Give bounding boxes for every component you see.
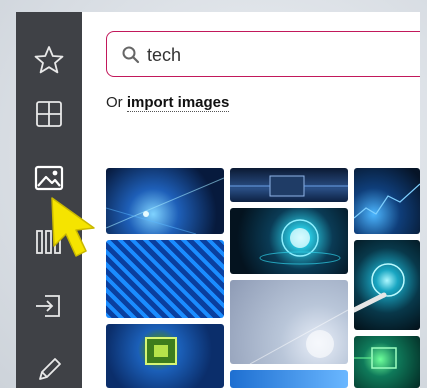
- import-prefix: Or: [106, 94, 123, 111]
- star-icon: [34, 46, 64, 74]
- image-thumbnail[interactable]: [106, 168, 224, 234]
- search-icon: [122, 46, 140, 64]
- screen-background: Or import images: [0, 0, 427, 388]
- pencil-icon: [39, 358, 61, 380]
- import-icon: [36, 295, 60, 317]
- image-thumbnail[interactable]: [354, 336, 420, 388]
- image-icon: [34, 165, 64, 191]
- search-input[interactable]: [145, 39, 420, 71]
- images-panel: Or import images: [82, 12, 420, 388]
- image-thumbnail[interactable]: [230, 280, 348, 364]
- layout-grid-icon: [36, 101, 62, 127]
- image-thumbnail[interactable]: [230, 370, 348, 388]
- sidebar-item-images[interactable]: [31, 160, 67, 196]
- pointer-cursor-icon: [51, 197, 95, 257]
- sidebar-item-layouts[interactable]: [31, 96, 67, 132]
- image-thumbnail[interactable]: [230, 208, 348, 274]
- image-thumbnail[interactable]: [230, 168, 348, 202]
- image-thumbnail[interactable]: [106, 240, 224, 318]
- image-thumbnail[interactable]: [106, 324, 224, 388]
- search-box[interactable]: [106, 31, 420, 77]
- image-thumbnail[interactable]: [354, 168, 420, 234]
- import-images-link[interactable]: import images: [126, 94, 230, 112]
- sidebar-item-draw[interactable]: [31, 352, 67, 388]
- image-thumbnail[interactable]: [354, 240, 420, 330]
- import-row: Or import images: [106, 94, 230, 112]
- sidebar-item-favorites[interactable]: [31, 42, 67, 78]
- sidebar-item-import[interactable]: [31, 288, 67, 324]
